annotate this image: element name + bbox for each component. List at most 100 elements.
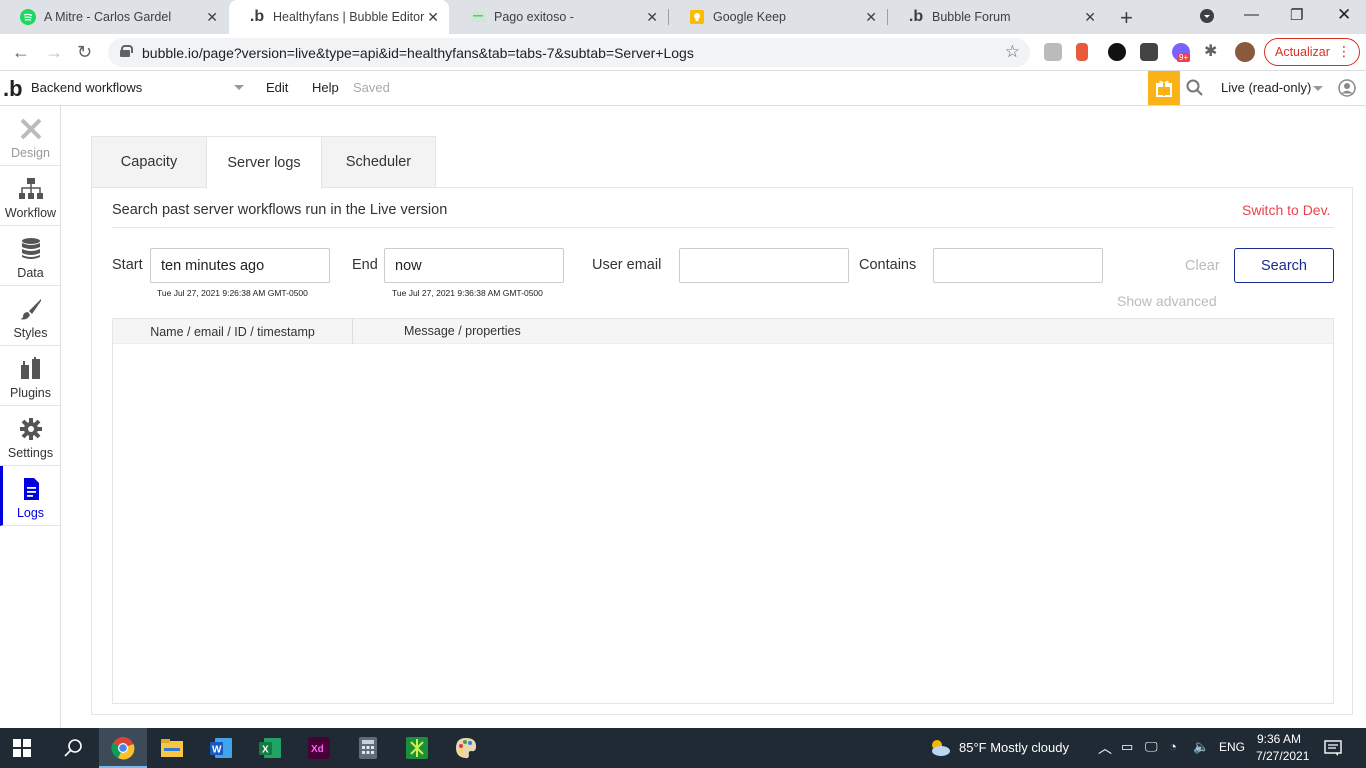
restore-icon[interactable]: ❐ (1290, 6, 1303, 24)
page-dropdown[interactable]: Backend workflows (31, 80, 142, 95)
design-icon (19, 117, 43, 141)
end-resolved-date: Tue Jul 27, 2021 9:36:38 AM GMT-0500 (392, 288, 543, 298)
close-tab-icon[interactable]: ✕ (646, 9, 658, 26)
extension-icon[interactable] (1140, 43, 1158, 61)
tab-capacity[interactable]: Capacity (91, 136, 207, 188)
clock-time[interactable]: 9:36 AM (1257, 732, 1301, 746)
clear-button[interactable]: Clear (1185, 258, 1220, 274)
network-icon[interactable]: ▭ (1121, 739, 1133, 755)
tab-server-logs[interactable]: Server logs (206, 136, 322, 189)
extension-icon[interactable] (1108, 43, 1126, 61)
extension-icon[interactable] (1076, 43, 1088, 61)
paint-icon[interactable] (454, 736, 478, 760)
bubble-logo[interactable]: .b (3, 76, 23, 102)
browser-tab-bubble-editor[interactable]: .b Healthyfans | Bubble Editor ✕ (229, 0, 449, 34)
extension-icon[interactable] (1044, 43, 1062, 61)
close-tab-icon[interactable]: ✕ (865, 9, 877, 26)
app-icon[interactable] (405, 736, 429, 760)
weather-cloudy-icon[interactable] (928, 738, 952, 762)
chevron-down-icon[interactable] (1313, 86, 1323, 91)
windows-start-icon[interactable] (13, 739, 31, 757)
browser-tab-bubble-forum[interactable]: .b Bubble Forum ✕ (888, 0, 1106, 34)
close-window-icon[interactable]: ✕ (1337, 5, 1351, 25)
end-input[interactable] (384, 248, 564, 283)
logs-content: Capacity Server logs Scheduler Search pa… (61, 106, 1366, 728)
contains-label: Contains (859, 257, 917, 273)
browser-tab-google-keep[interactable]: Google Keep ✕ (669, 0, 888, 34)
back-icon[interactable]: ← (12, 42, 30, 63)
saved-status: Saved (353, 80, 390, 95)
chrome-icon[interactable] (111, 736, 135, 760)
word-icon[interactable]: W (209, 736, 233, 760)
excel-icon[interactable]: X (258, 736, 282, 760)
show-advanced-link[interactable]: Show advanced (1117, 293, 1217, 309)
update-button[interactable]: Actualizar ⋮ (1264, 38, 1360, 66)
user-email-input[interactable] (679, 248, 849, 283)
adobe-xd-icon[interactable]: Xd (307, 736, 331, 760)
windows-taskbar: W X Xd 85°F Mostly cloudy ︿ ▭ 🖵 ◔ 🔈 ENG … (0, 728, 1366, 768)
keep-icon (689, 9, 705, 25)
svg-text:X: X (262, 745, 269, 756)
clock-date[interactable]: 7/27/2021 (1256, 749, 1309, 763)
menu-help[interactable]: Help (312, 80, 339, 95)
tab-search-icon[interactable] (1199, 8, 1215, 28)
start-resolved-date: Tue Jul 27, 2021 9:26:38 AM GMT-0500 (157, 288, 308, 298)
sidebar-item-styles[interactable]: Styles (0, 286, 61, 346)
sidebar-item-workflow[interactable]: Workflow (0, 166, 61, 226)
search-icon[interactable] (1186, 79, 1204, 97)
close-tab-icon[interactable]: ✕ (1084, 9, 1096, 26)
search-button[interactable]: Search (1234, 248, 1334, 283)
menu-edit[interactable]: Edit (266, 80, 288, 95)
notifications-icon[interactable] (1324, 739, 1342, 757)
close-tab-icon[interactable]: ✕ (206, 9, 218, 26)
contains-input[interactable] (933, 248, 1103, 283)
weather-text[interactable]: 85°F Mostly cloudy (959, 740, 1069, 755)
sidebar-item-settings[interactable]: Settings (0, 406, 61, 466)
update-label: Actualizar (1275, 45, 1330, 59)
new-tab-button[interactable]: + (1120, 5, 1133, 31)
gift-icon[interactable] (1148, 71, 1180, 105)
address-bar[interactable]: bubble.io/page?version=live&type=api&id=… (108, 38, 1030, 67)
file-explorer-icon[interactable] (160, 736, 184, 760)
close-tab-icon[interactable]: ✕ (427, 9, 439, 26)
forward-icon[interactable]: → (45, 42, 63, 63)
sidebar-item-logs[interactable]: Logs (0, 466, 61, 526)
tab-title: Google Keep (713, 10, 786, 24)
version-dropdown[interactable]: Live (read-only) (1221, 80, 1311, 95)
volume-icon[interactable]: 🔈 (1193, 739, 1209, 755)
chevron-up-icon[interactable]: ︿ (1098, 738, 1112, 758)
tab-title: Pago exitoso - (494, 10, 574, 24)
editor-header: .b Backend workflows Edit Help Saved Liv… (0, 71, 1366, 106)
sidebar-item-label: Plugins (10, 386, 51, 400)
user-account-icon[interactable] (1338, 79, 1356, 97)
search-icon[interactable] (62, 736, 86, 760)
extension-icon[interactable]: 9+ (1172, 43, 1191, 62)
avatar[interactable] (1235, 42, 1255, 62)
sidebar-item-data[interactable]: Data (0, 226, 61, 286)
sidebar-item-plugins[interactable]: Plugins (0, 346, 61, 406)
bookmark-star-icon[interactable]: ☆ (1005, 42, 1020, 62)
tab-scheduler[interactable]: Scheduler (321, 136, 436, 188)
bubble-icon: .b (908, 8, 924, 25)
chevron-down-icon[interactable] (234, 85, 244, 90)
wifi-icon[interactable]: ◔ (1169, 739, 1177, 754)
start-input[interactable] (150, 248, 330, 283)
browser-tab-pago[interactable]: Pago exitoso - ✕ (450, 0, 669, 34)
language-indicator[interactable]: ENG (1219, 740, 1245, 754)
browser-tab-spotify[interactable]: A Mitre - Carlos Gardel ✕ (0, 0, 228, 34)
display-icon[interactable]: 🖵 (1145, 739, 1158, 755)
extensions-puzzle-icon[interactable]: ✱ (1204, 41, 1222, 60)
lock-icon (120, 45, 133, 57)
calculator-icon[interactable] (356, 736, 380, 760)
end-label: End (352, 257, 378, 273)
column-header-name: Name / email / ID / timestamp (113, 319, 353, 344)
reload-icon[interactable]: ↻ (77, 42, 92, 63)
sidebar-item-label: Settings (7, 446, 54, 460)
tab-title: Healthyfans | Bubble Editor (273, 10, 425, 24)
switch-to-dev-link[interactable]: Switch to Dev. (1242, 202, 1330, 218)
minimize-icon[interactable]: — (1244, 6, 1259, 23)
sidebar-item-label: Data (17, 266, 44, 280)
sidebar-item-design[interactable]: Design (0, 106, 61, 166)
panel-description: Search past server workflows run in the … (112, 202, 448, 218)
column-header-message: Message / properties (404, 324, 521, 338)
